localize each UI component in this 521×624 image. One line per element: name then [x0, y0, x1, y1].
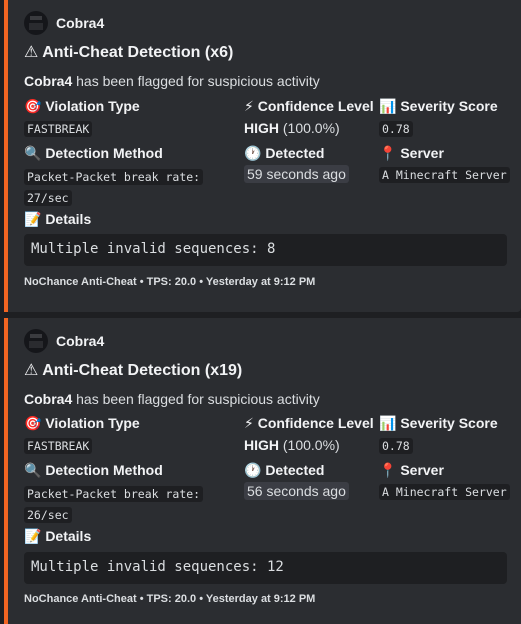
confidence-percent: (100.0%)	[282, 120, 340, 136]
server-code: A Minecraft Server	[379, 484, 510, 500]
violation-type-value: FASTBREAK	[24, 120, 93, 137]
detection-method-line1: Packet-Packet break rate:	[24, 169, 204, 185]
author-name[interactable]: Cobra4	[56, 333, 104, 349]
details-codeblock: Multiple invalid sequences: 8	[24, 234, 507, 266]
anticheat-embed: Cobra4 ⚠ Anti-Cheat Detection (x19) Cobr…	[4, 318, 521, 624]
severity-score-value: 0.78	[379, 437, 413, 454]
server-value: A Minecraft Server	[379, 483, 510, 500]
detection-method-label: 🔍 Detection Method	[24, 145, 163, 161]
server-code: A Minecraft Server	[379, 167, 510, 183]
avatar[interactable]	[24, 329, 48, 353]
severity-score-value: 0.78	[379, 120, 413, 137]
confidence-level-value: HIGH (100.0%)	[244, 437, 340, 453]
detection-method-label: 🔍 Detection Method	[24, 462, 163, 478]
embed-description: Cobra4 has been flagged for suspicious a…	[24, 73, 320, 89]
violation-type-code: FASTBREAK	[24, 438, 93, 454]
embed-title: ⚠ Anti-Cheat Detection (x19)	[24, 362, 243, 379]
embed-author: Cobra4	[24, 11, 104, 35]
description-text: has been flagged for suspicious activity	[76, 391, 320, 407]
detection-method-value: Packet-Packet break rate: 27/sec	[24, 166, 204, 208]
details-label: 📝 Details	[24, 528, 92, 544]
server-value: A Minecraft Server	[379, 166, 510, 183]
violation-type-label: 🎯 Violation Type	[24, 98, 140, 114]
details-label: 📝 Details	[24, 211, 92, 227]
violation-type-value: FASTBREAK	[24, 437, 93, 454]
author-name[interactable]: Cobra4	[56, 15, 104, 31]
detected-timestamp[interactable]: 59 seconds ago	[244, 165, 349, 183]
confidence-level: HIGH	[244, 437, 279, 453]
embed-footer: NoChance Anti-Cheat • TPS: 20.0 • Yester…	[24, 276, 316, 288]
description-text: has been flagged for suspicious activity	[76, 73, 320, 89]
detected-label: 🕐 Detected	[244, 462, 325, 478]
embed-author: Cobra4	[24, 329, 104, 353]
severity-score-code: 0.78	[379, 121, 413, 137]
detection-method-value: Packet-Packet break rate: 26/sec	[24, 483, 204, 525]
confidence-level: HIGH	[244, 120, 279, 136]
embed-footer: NoChance Anti-Cheat • TPS: 20.0 • Yester…	[24, 593, 316, 605]
detection-method-line2: 26/sec	[24, 507, 72, 523]
detected-label: 🕐 Detected	[244, 145, 325, 161]
detected-value: 56 seconds ago	[244, 482, 349, 500]
confidence-level-label: ⚡ Confidence Level	[244, 415, 374, 431]
embed-title: ⚠ Anti-Cheat Detection (x6)	[24, 44, 234, 61]
confidence-level-value: HIGH (100.0%)	[244, 120, 340, 136]
violation-type-label: 🎯 Violation Type	[24, 415, 140, 431]
player-name: Cobra4	[24, 391, 73, 407]
confidence-level-label: ⚡ Confidence Level	[244, 98, 374, 114]
embed-description: Cobra4 has been flagged for suspicious a…	[24, 391, 320, 407]
detected-timestamp[interactable]: 56 seconds ago	[244, 482, 349, 500]
server-label: 📍 Server	[379, 145, 444, 161]
violation-type-code: FASTBREAK	[24, 121, 93, 137]
detected-value: 59 seconds ago	[244, 165, 349, 183]
details-codeblock: Multiple invalid sequences: 12	[24, 552, 507, 584]
detection-method-line2: 27/sec	[24, 190, 72, 206]
player-name: Cobra4	[24, 73, 73, 89]
severity-score-label: 📊 Severity Score	[379, 415, 498, 431]
severity-score-label: 📊 Severity Score	[379, 98, 498, 114]
server-label: 📍 Server	[379, 462, 444, 478]
confidence-percent: (100.0%)	[282, 437, 340, 453]
detection-method-line1: Packet-Packet break rate:	[24, 486, 204, 502]
avatar[interactable]	[24, 11, 48, 35]
severity-score-code: 0.78	[379, 438, 413, 454]
anticheat-embed: Cobra4 ⚠ Anti-Cheat Detection (x6) Cobra…	[4, 0, 521, 312]
